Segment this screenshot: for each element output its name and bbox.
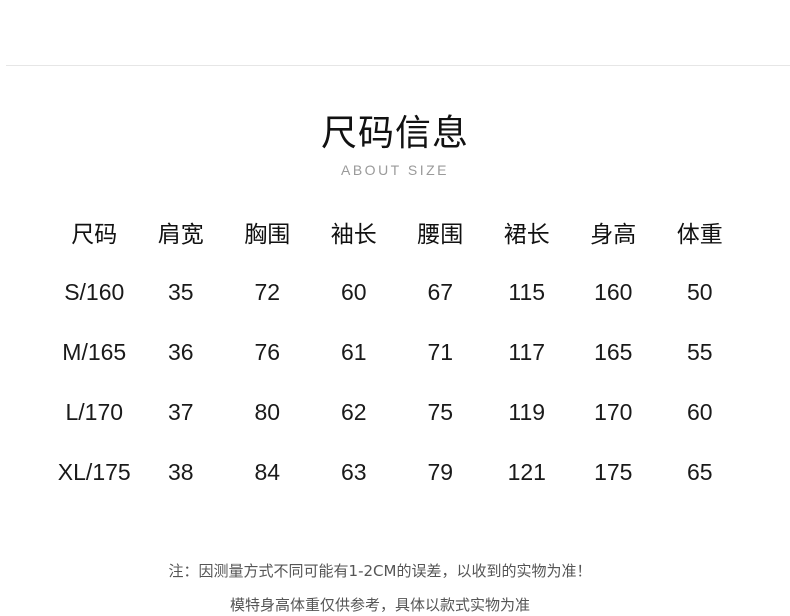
- cell-height: 175: [594, 458, 633, 485]
- cell-skirt-length: 121: [507, 458, 546, 485]
- size-chart-table: 尺码 肩宽 胸围 袖长 腰围 裙长 身高 体重 S/160 35 72 60 6…: [51, 202, 743, 502]
- cell-weight: 60: [686, 398, 713, 425]
- cell-sleeve: 62: [340, 398, 367, 425]
- cell-bust: 84: [254, 458, 281, 485]
- cell-weight: 65: [686, 458, 713, 485]
- column-header-shoulder: 肩宽: [157, 222, 204, 248]
- cell-waist: 71: [427, 338, 454, 365]
- cell-size: S/160: [64, 278, 125, 305]
- column-header-sleeve: 袖长: [330, 222, 377, 248]
- column-header-waist: 腰围: [417, 222, 464, 248]
- cell-bust: 72: [254, 278, 281, 305]
- column-header-skirt-length: 裙长: [503, 222, 550, 248]
- cell-height: 165: [594, 338, 633, 365]
- top-divider: [6, 65, 790, 66]
- cell-shoulder: 36: [167, 338, 194, 365]
- cell-waist: 75: [427, 398, 454, 425]
- cell-weight: 50: [686, 278, 713, 305]
- table-row: XL/175 38 84 63 79 121 175 65: [51, 442, 743, 502]
- cell-waist: 79: [427, 458, 454, 485]
- cell-waist: 67: [427, 278, 454, 305]
- column-header-size: 尺码: [71, 222, 118, 248]
- cell-bust: 80: [254, 398, 281, 425]
- model-note: 模特身高体重仅供参考，具体以款式实物为准: [229, 596, 530, 614]
- page-title: 尺码信息: [320, 113, 469, 154]
- cell-size: M/165: [62, 338, 127, 365]
- cell-bust: 76: [254, 338, 281, 365]
- table-row: S/160 35 72 60 67 115 160 50: [51, 262, 743, 322]
- cell-height: 160: [594, 278, 633, 305]
- table-row: L/170 37 80 62 75 119 170 60: [51, 382, 743, 442]
- measurement-note: 注：因测量方式不同可能有1-2CM的误差，以收到的实物为准！: [168, 562, 592, 580]
- column-header-weight: 体重: [676, 222, 723, 248]
- cell-shoulder: 37: [167, 398, 194, 425]
- cell-height: 170: [594, 398, 633, 425]
- page-subtitle: ABOUT SIZE: [341, 162, 449, 178]
- column-header-bust: 胸围: [244, 222, 291, 248]
- column-header-height: 身高: [590, 222, 637, 248]
- cell-weight: 55: [686, 338, 713, 365]
- cell-shoulder: 38: [167, 458, 194, 485]
- cell-sleeve: 61: [340, 338, 367, 365]
- cell-sleeve: 60: [340, 278, 367, 305]
- cell-sleeve: 63: [340, 458, 367, 485]
- cell-size: L/170: [65, 398, 124, 425]
- table-row: M/165 36 76 61 71 117 165 55: [51, 322, 743, 382]
- table-header-row: 尺码 肩宽 胸围 袖长 腰围 裙长 身高 体重: [51, 202, 743, 262]
- cell-skirt-length: 115: [508, 278, 546, 305]
- cell-skirt-length: 119: [508, 398, 546, 425]
- size-info-page: 尺码信息 ABOUT SIZE 尺码 肩宽 胸围 袖长 腰围 裙长 身高 体重 …: [0, 0, 790, 616]
- cell-shoulder: 35: [167, 278, 194, 305]
- cell-skirt-length: 117: [508, 338, 546, 365]
- cell-size: XL/175: [57, 458, 131, 485]
